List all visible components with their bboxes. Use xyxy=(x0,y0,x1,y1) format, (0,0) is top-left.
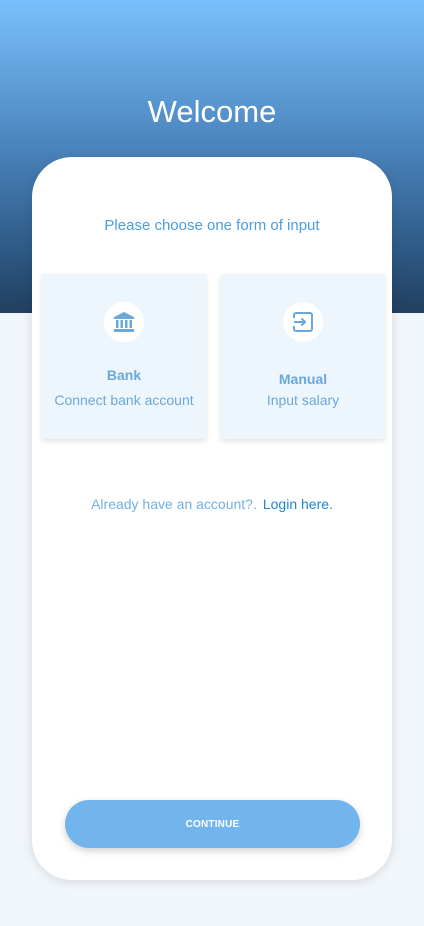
page-title: Welcome xyxy=(147,94,277,129)
bank-option-title: Bank xyxy=(106,367,142,383)
account-prompt: Already have an account?. Login here. xyxy=(32,496,392,512)
choose-input-prompt: Please choose one form of input xyxy=(104,217,320,234)
input-icon xyxy=(283,302,323,342)
manual-option[interactable]: Manual Input salary xyxy=(221,274,385,439)
input-choice-card: Please choose one form of input Bank Con… xyxy=(32,157,392,880)
login-link[interactable]: Login here. xyxy=(263,496,333,512)
account-prompt-text: Already have an account?. xyxy=(91,496,257,512)
manual-option-title: Manual xyxy=(278,371,328,387)
continue-button[interactable]: CONTINUE xyxy=(65,800,360,848)
bank-option[interactable]: Bank Connect bank account xyxy=(42,274,206,439)
manual-option-subtitle: Input salary xyxy=(266,392,340,408)
bank-option-subtitle: Connect bank account xyxy=(54,392,194,408)
bank-icon xyxy=(104,302,144,342)
